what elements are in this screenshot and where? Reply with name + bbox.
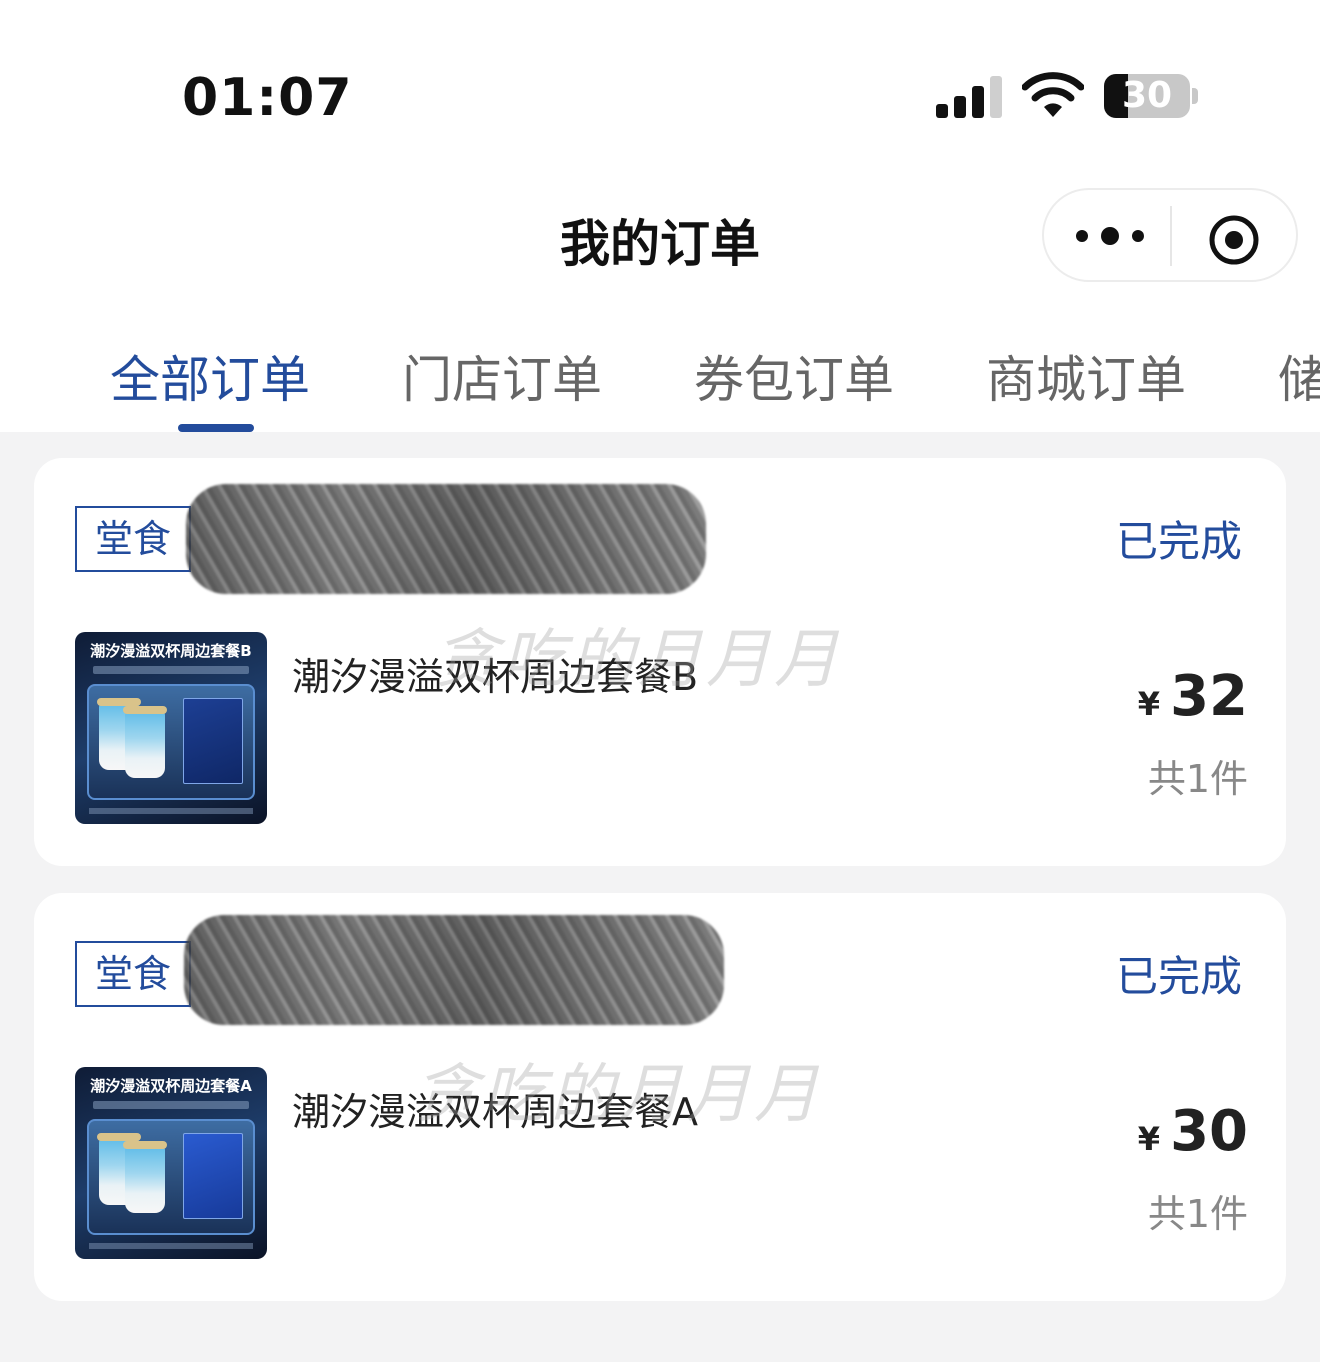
tab-store-orders[interactable]: 门店订单 <box>402 340 602 412</box>
capsule-divider <box>1170 206 1172 266</box>
merch-box <box>183 1133 243 1219</box>
more-dots-icon[interactable] <box>1070 218 1150 254</box>
product-image-panel <box>87 1119 255 1235</box>
redacted-store-name <box>184 915 724 1025</box>
product-image-footer <box>89 1243 253 1249</box>
tab-mall-orders[interactable]: 商城订单 <box>986 340 1186 412</box>
product-image-title: 潮汐漫溢双杯周边套餐A <box>90 1077 252 1095</box>
tab-stored-value[interactable]: 储 <box>1278 340 1320 412</box>
battery-cap <box>1192 88 1198 104</box>
product-image-title: 潮汐漫溢双杯周边套餐B <box>90 642 252 660</box>
product-image-panel <box>87 684 255 800</box>
product-image-subtitle-bar <box>93 1101 249 1109</box>
item-count: 共1件 <box>1147 757 1248 801</box>
mini-program-capsule <box>1042 188 1298 282</box>
active-tab-indicator <box>178 424 254 432</box>
battery-level: 30 <box>1121 75 1173 116</box>
order-price: ¥30 <box>1138 1099 1248 1164</box>
currency-symbol: ¥ <box>1137 685 1161 723</box>
battery-icon: 30 <box>1104 74 1190 118</box>
top-header: 01:07 30 我的订单 全部订单 门店订单 券包订单 商城订单 储 <box>0 0 1320 432</box>
item-count: 共1件 <box>1147 1192 1248 1236</box>
watermark: 贪吃的月月月 <box>414 1058 822 1132</box>
merch-box <box>183 698 243 784</box>
order-status: 已完成 <box>1115 952 1242 1001</box>
wifi-icon <box>1022 72 1084 117</box>
tab-all-orders[interactable]: 全部订单 <box>110 340 310 412</box>
product-image-footer <box>89 808 253 814</box>
drink-cup <box>123 706 167 778</box>
order-type-badge: 堂食 <box>75 941 191 1007</box>
close-target-icon[interactable] <box>1208 214 1260 266</box>
product-image: 潮汐漫溢双杯周边套餐A <box>75 1067 267 1259</box>
cellular-signal-icon <box>936 74 1006 118</box>
order-status: 已完成 <box>1115 517 1242 566</box>
watermark: 贪吃的月月月 <box>434 623 842 697</box>
price-amount: 30 <box>1170 1099 1248 1164</box>
product-image-subtitle-bar <box>93 666 249 674</box>
redacted-store-name <box>186 484 706 594</box>
order-card[interactable]: 堂食 已完成 潮汐漫溢双杯周边套餐A 潮汐漫溢双杯周边套餐A 贪吃的月月月 ¥3… <box>34 893 1286 1301</box>
product-image: 潮汐漫溢双杯周边套餐B <box>75 632 267 824</box>
order-type-badge: 堂食 <box>75 506 191 572</box>
price-amount: 32 <box>1170 664 1248 729</box>
status-time: 01:07 <box>182 68 353 128</box>
currency-symbol: ¥ <box>1137 1120 1161 1158</box>
order-card[interactable]: 堂食 已完成 潮汐漫溢双杯周边套餐B 潮汐漫溢双杯周边套餐B 贪吃的月月月 ¥3… <box>34 458 1286 866</box>
tab-coupon-orders[interactable]: 券包订单 <box>694 340 894 412</box>
drink-cup <box>123 1141 167 1213</box>
order-price: ¥32 <box>1138 664 1248 729</box>
